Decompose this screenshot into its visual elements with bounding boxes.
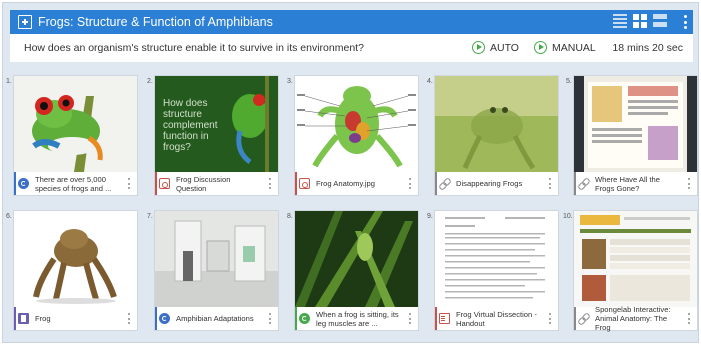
- driving-question: How does an organism's structure enable …: [24, 42, 364, 54]
- card-number: 9.: [427, 213, 433, 220]
- quiz-icon: [18, 178, 29, 189]
- card-thumbnail: How does structure complement function i…: [155, 76, 278, 172]
- card-number: 6.: [6, 213, 12, 220]
- card-label: Frog Discussion Question: [176, 174, 231, 193]
- duration-timer: 18 mins 20 sec: [612, 42, 683, 54]
- card-menu-icon[interactable]: [409, 178, 412, 189]
- link-icon: [439, 178, 450, 189]
- card-menu-icon[interactable]: [549, 313, 552, 324]
- card-thumbnail: [295, 211, 418, 307]
- play-icon: [534, 41, 547, 54]
- card-menu-icon[interactable]: [269, 313, 272, 324]
- question-bar: How does an organism's structure enable …: [10, 34, 693, 62]
- quiz-icon: [159, 313, 170, 324]
- card-thumbnail: [295, 76, 418, 172]
- card-label: There are over 5,000 species of frogs an…: [35, 174, 112, 193]
- book-icon: [18, 313, 29, 324]
- card-thumbnail: [155, 211, 278, 307]
- resource-card[interactable]: Frog Virtual Dissection - Handout: [434, 210, 559, 331]
- card-label: Where Have All the Frogs Gone?: [595, 174, 660, 193]
- resource-card[interactable]: Spongelab Interactive: Animal Anatomy: T…: [573, 210, 698, 332]
- resource-card[interactable]: Disappearing Frogs: [434, 75, 559, 196]
- card-number: 10.: [563, 213, 573, 220]
- card-label: Spongelab Interactive: Animal Anatomy: T…: [595, 305, 671, 332]
- resource-card[interactable]: There are over 5,000 species of frogs an…: [13, 75, 138, 196]
- quiz-icon: [299, 313, 310, 324]
- card-caption: When a frog is sitting, its leg muscles …: [295, 307, 418, 330]
- card-thumbnail: [435, 76, 558, 172]
- card-thumbnail: [14, 211, 137, 307]
- auto-play-button[interactable]: AUTO: [472, 41, 519, 54]
- card-menu-icon[interactable]: [688, 313, 691, 324]
- card-thumbnail: [14, 76, 137, 172]
- card-number: 2.: [147, 78, 153, 85]
- card-menu-icon[interactable]: [409, 313, 412, 324]
- resource-card[interactable]: How does structure complement function i…: [154, 75, 279, 196]
- card-label: When a frog is sitting, its leg muscles …: [316, 309, 399, 328]
- link-icon: [578, 313, 589, 324]
- card-label: Frog Virtual Dissection - Handout: [456, 309, 537, 328]
- card-thumbnail: [574, 211, 697, 307]
- card-label: Amphibian Adaptations: [176, 314, 254, 323]
- wide-view-icon[interactable]: [653, 14, 667, 28]
- document-icon: [439, 313, 450, 324]
- board-title: Frogs: Structure & Function of Amphibian…: [38, 15, 273, 29]
- card-thumbnail: [435, 211, 558, 307]
- link-icon: [578, 178, 589, 189]
- card-menu-icon[interactable]: [688, 178, 691, 189]
- card-number: 4.: [427, 78, 433, 85]
- image-icon: [299, 178, 310, 189]
- card-number: 8.: [287, 213, 293, 220]
- list-view-icon[interactable]: [613, 14, 627, 28]
- card-caption: Frog Virtual Dissection - Handout: [435, 307, 558, 330]
- grid-view-icon[interactable]: [633, 14, 647, 28]
- card-caption: Frog: [14, 307, 137, 330]
- card-caption: There are over 5,000 species of frogs an…: [14, 172, 137, 195]
- manual-play-button[interactable]: MANUAL: [534, 41, 596, 54]
- image-icon: [159, 178, 170, 189]
- card-label: Frog Anatomy.jpg: [316, 179, 375, 188]
- resource-card[interactable]: Frog: [13, 210, 138, 331]
- resource-card[interactable]: Frog Anatomy.jpg: [294, 75, 419, 196]
- card-number: 1.: [6, 78, 12, 85]
- thumbnail-question-text: How does structure complement function i…: [163, 98, 218, 153]
- card-number: 7.: [147, 213, 153, 220]
- manual-label: MANUAL: [552, 41, 596, 54]
- more-options-icon[interactable]: [683, 15, 687, 29]
- play-icon: [472, 41, 485, 54]
- card-caption: Amphibian Adaptations: [155, 307, 278, 330]
- card-number: 3.: [287, 78, 293, 85]
- card-caption: Disappearing Frogs: [435, 172, 558, 195]
- resource-card[interactable]: Amphibian Adaptations: [154, 210, 279, 331]
- add-icon[interactable]: [18, 15, 32, 29]
- card-caption: Where Have All the Frogs Gone?: [574, 172, 697, 195]
- card-label: Disappearing Frogs: [456, 179, 523, 188]
- resource-card[interactable]: Where Have All the Frogs Gone?: [573, 75, 698, 196]
- card-caption: Spongelab Interactive: Animal Anatomy: T…: [574, 305, 697, 332]
- card-menu-icon[interactable]: [549, 178, 552, 189]
- view-switcher: [613, 14, 667, 28]
- resource-card[interactable]: When a frog is sitting, its leg muscles …: [294, 210, 419, 331]
- card-caption: Frog Discussion Question: [155, 172, 278, 195]
- auto-label: AUTO: [490, 41, 519, 54]
- card-menu-icon[interactable]: [128, 178, 131, 189]
- board-header: Frogs: Structure & Function of Amphibian…: [10, 10, 693, 34]
- card-thumbnail: [574, 76, 697, 172]
- card-menu-icon[interactable]: [269, 178, 272, 189]
- card-menu-icon[interactable]: [128, 313, 131, 324]
- card-caption: Frog Anatomy.jpg: [295, 172, 418, 195]
- card-number: 5.: [566, 78, 572, 85]
- card-label: Frog: [35, 314, 51, 323]
